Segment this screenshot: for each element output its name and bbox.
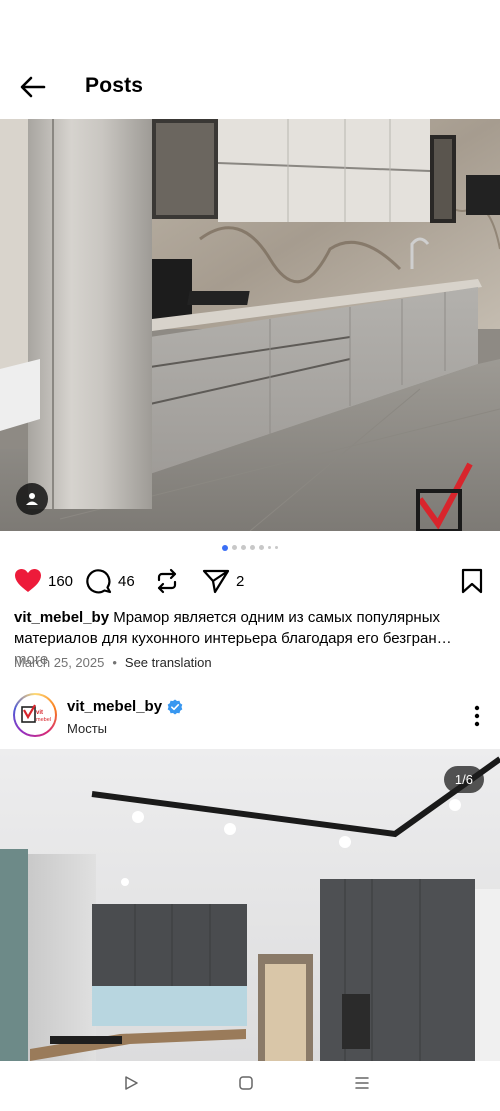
meta-separator: • xyxy=(112,655,117,670)
avatar[interactable]: vit mebel xyxy=(13,693,57,737)
repost-button[interactable] xyxy=(154,568,180,594)
comment-count: 46 xyxy=(118,572,135,590)
back-button[interactable] xyxy=(16,72,50,102)
post-username[interactable]: vit_mebel_by xyxy=(67,698,183,715)
nav-home-icon xyxy=(239,1076,253,1090)
send-icon xyxy=(202,569,230,594)
username-text[interactable]: vit_mebel_by xyxy=(67,698,162,715)
nav-back-icon xyxy=(125,1076,138,1090)
save-button[interactable] xyxy=(460,568,484,599)
system-nav-bar xyxy=(0,1061,500,1111)
nav-back-button[interactable] xyxy=(123,1075,139,1096)
nav-home-button[interactable] xyxy=(238,1075,254,1096)
more-vertical-icon xyxy=(474,705,480,727)
more-options-button[interactable] xyxy=(474,705,480,732)
send-button[interactable]: 2 xyxy=(202,568,244,594)
post-date: March 25, 2025 xyxy=(14,655,105,670)
post-header: vit mebel vit_mebel_by Мосты xyxy=(0,693,500,743)
verified-icon xyxy=(167,699,183,714)
page-title: Posts xyxy=(85,74,144,97)
post-image[interactable] xyxy=(0,119,500,531)
user-tag-icon xyxy=(26,493,38,505)
carousel-dot xyxy=(275,546,278,549)
comment-icon xyxy=(86,569,112,594)
back-arrow-icon xyxy=(20,76,46,98)
svg-text:vit: vit xyxy=(36,710,43,716)
carousel-dot xyxy=(232,545,237,550)
share-count: 2 xyxy=(236,572,245,590)
comment-button[interactable]: 46 xyxy=(86,568,135,594)
post-actions: 160 46 2 xyxy=(0,564,500,600)
repost-icon xyxy=(157,568,177,594)
bookmark-icon xyxy=(461,568,483,594)
see-translation-link[interactable]: See translation xyxy=(125,655,212,670)
heart-icon xyxy=(15,569,41,592)
like-button[interactable]: 160 xyxy=(14,568,73,594)
carousel-dot xyxy=(268,546,271,549)
like-count: 160 xyxy=(48,572,74,590)
svg-text:mebel: mebel xyxy=(36,717,51,723)
carousel-dot xyxy=(222,544,228,551)
caption-username[interactable]: vit_mebel_by xyxy=(14,609,109,626)
post-meta: March 25, 2025 • See translation xyxy=(14,655,212,670)
post-image-2[interactable] xyxy=(0,749,500,1061)
carousel-dot xyxy=(259,545,264,550)
nav-menu-icon xyxy=(355,1077,369,1089)
user-tag-button[interactable] xyxy=(16,483,48,515)
carousel-indicator xyxy=(0,544,500,551)
image-counter: 1/6 xyxy=(443,766,484,793)
nav-menu-button[interactable] xyxy=(354,1075,370,1096)
top-bar: Posts xyxy=(0,60,500,114)
brand-logo-icon: vit mebel xyxy=(21,704,51,723)
carousel-dot xyxy=(241,545,246,550)
carousel-dot xyxy=(250,545,255,550)
post-location[interactable]: Мосты xyxy=(67,721,107,736)
